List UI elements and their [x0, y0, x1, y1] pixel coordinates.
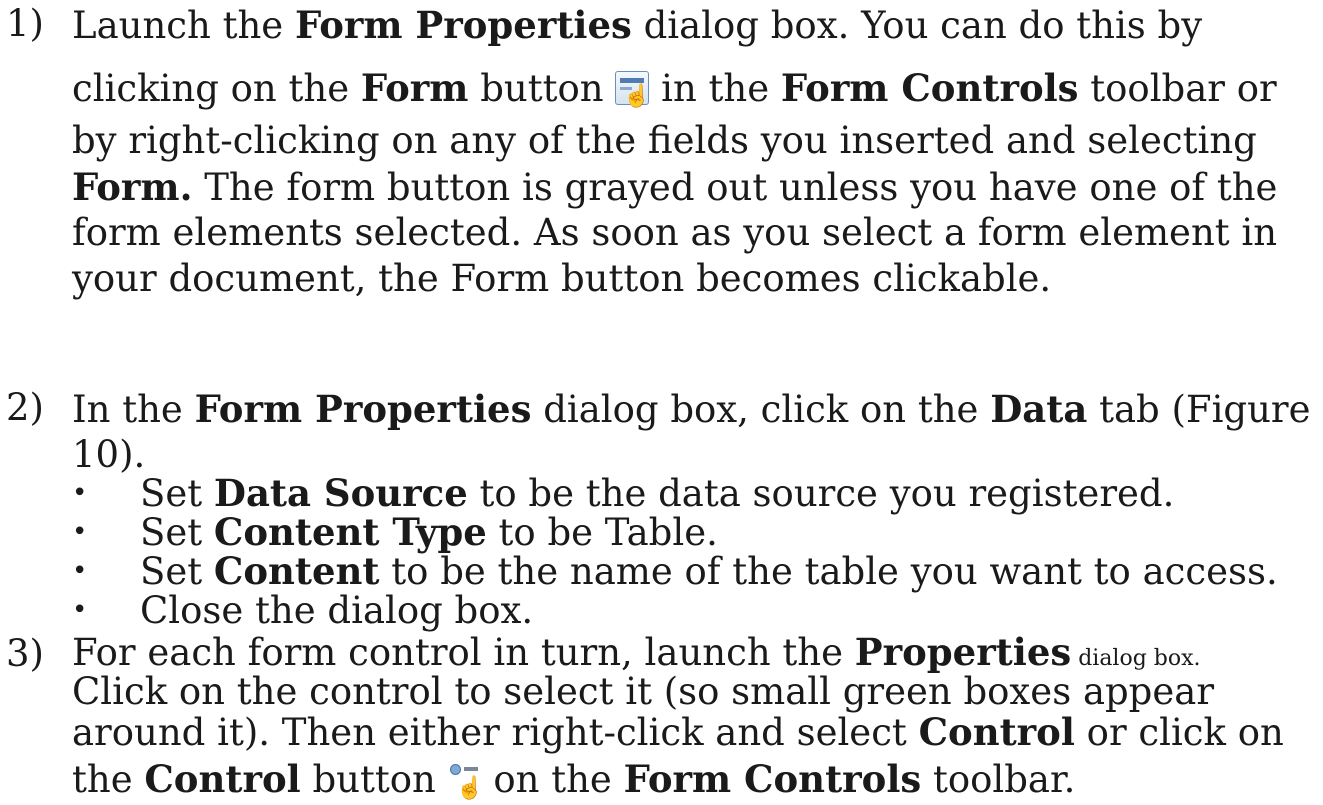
step-1-line-2: clicking on the Form button ☝ in the For…	[72, 66, 1277, 110]
bullet-icon: •	[72, 478, 88, 508]
list-item: • Set Data Source to be the data source …	[72, 471, 1175, 515]
form-button-icon: ☝	[615, 71, 650, 108]
step-1-line-6: your document, the Form button becomes c…	[72, 257, 1052, 300]
bullet-icon: •	[72, 556, 88, 586]
bullet-icon: •	[72, 517, 88, 547]
step-3-line-2: Click on the control to select it (so sm…	[72, 670, 1215, 713]
bullet-icon: •	[72, 595, 88, 625]
step-1-line-3: by right-clicking on any of the fields y…	[72, 119, 1257, 162]
step-3-line-1: For each form control in turn, launch th…	[72, 630, 1201, 674]
list-item: • Set Content to be the name of the tabl…	[72, 549, 1278, 593]
step-number: 3)	[6, 632, 44, 675]
step-1-line-4: Form. The form button is grayed out unle…	[72, 165, 1278, 209]
control-button-icon: ☝	[448, 762, 484, 800]
document-page: 1) Launch the Form Properties dialog box…	[0, 0, 1323, 805]
step-3-line-4: the Control button ☝ on the Form Control…	[72, 757, 1076, 801]
step-3: 3) For each form control in turn, launch…	[0, 632, 1323, 712]
step-number: 1)	[6, 2, 44, 45]
step-number: 2)	[6, 386, 44, 429]
step-2-line-1: In the Form Properties dialog box, click…	[72, 387, 1311, 431]
step-1-line-5: form elements selected. As soon as you s…	[72, 211, 1278, 254]
step-1-line-1: Launch the Form Properties dialog box. Y…	[72, 3, 1203, 47]
step-2: 2) In the Form Properties dialog box, cl…	[0, 386, 1323, 478]
list-item: • Set Content Type to be Table.	[72, 510, 718, 554]
list-item: • Close the dialog box.	[72, 589, 534, 632]
step-1: 1) Launch the Form Properties dialog box…	[0, 2, 1323, 302]
step-3-line-3: around it). Then either right-click and …	[72, 710, 1284, 754]
